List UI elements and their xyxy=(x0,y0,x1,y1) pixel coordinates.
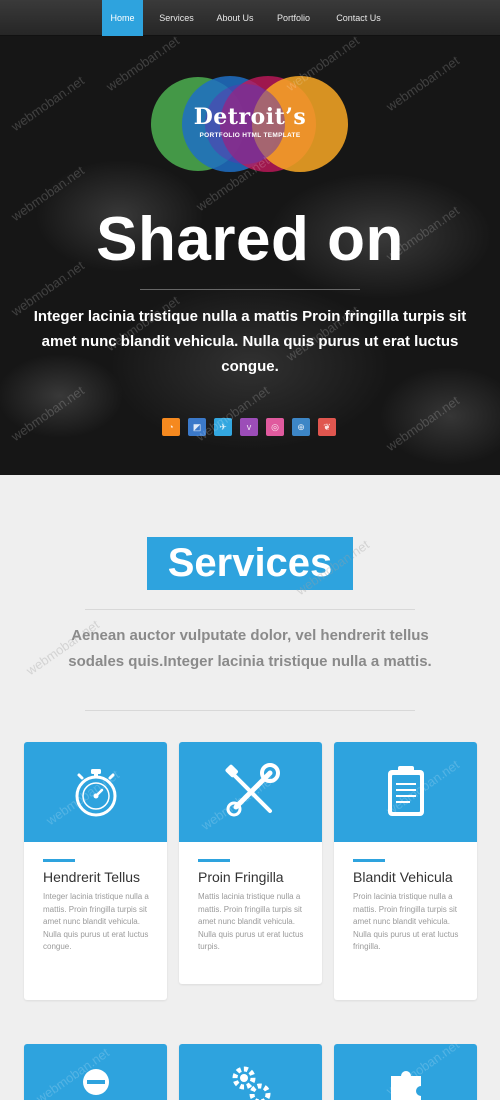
card-accent-bar xyxy=(43,859,75,862)
card-icon-area xyxy=(179,1044,322,1100)
user-icon xyxy=(82,1069,109,1095)
globe-icon[interactable]: ⊕ xyxy=(292,418,310,436)
vimeo-icon[interactable]: v xyxy=(240,418,258,436)
hero-title: Shared on xyxy=(96,205,404,274)
hero-text: Integer lacinia tristique nulla a mattis… xyxy=(33,308,467,375)
card-text: Integer lacinia tristique nulla a mattis… xyxy=(43,892,149,951)
social-links: ◔ ◩ ✈ v ◎ ⊕ ❦ xyxy=(162,418,336,436)
tools-icon xyxy=(224,763,280,817)
nav-contact[interactable]: Contact Us xyxy=(327,0,390,36)
watermark: webmoban.net xyxy=(383,392,462,455)
stopwatch-icon xyxy=(75,769,116,817)
service-card-2[interactable]: Proin Fringilla Mattis lacinia tristique… xyxy=(179,742,322,984)
top-navigation: Home Services About Us Portfolio Contact… xyxy=(0,0,500,36)
services-divider-top xyxy=(85,609,415,610)
services-divider-bottom xyxy=(85,710,415,711)
nav-home[interactable]: Home xyxy=(102,0,143,36)
service-card-4[interactable] xyxy=(24,1044,167,1100)
twitter-icon[interactable]: ✈ xyxy=(214,418,232,436)
services-heading: Services xyxy=(167,541,333,585)
nav-services[interactable]: Services xyxy=(149,0,204,36)
leaf-icon[interactable]: ❦ xyxy=(318,418,336,436)
card-icon-area xyxy=(334,1044,477,1100)
card-title: Hendrerit Tellus xyxy=(43,869,141,885)
service-card-5[interactable] xyxy=(179,1044,322,1100)
site-logo[interactable]: Detroit’s PORTFOLIO HTML TEMPLATE xyxy=(150,74,350,174)
clipboard-icon xyxy=(387,766,424,816)
watermark: webmoban.net xyxy=(8,72,87,135)
services-lead: Aenean auctor vulputate dolor, vel hendr… xyxy=(68,627,432,670)
watermark: webmoban.net xyxy=(383,52,462,115)
card-text: Mattis lacinia tristique nulla a mattis.… xyxy=(198,892,304,951)
card-text: Proin lacinia tristique nulla a mattis. … xyxy=(353,892,459,951)
service-card-6[interactable] xyxy=(334,1044,477,1100)
puzzle-icon xyxy=(390,1071,421,1100)
nav-about[interactable]: About Us xyxy=(204,0,266,36)
delicious-icon[interactable]: ◩ xyxy=(188,418,206,436)
rss-icon[interactable]: ◔ xyxy=(162,418,180,436)
watermark: webmoban.net xyxy=(8,382,87,445)
card-icon-area xyxy=(24,742,167,842)
card-title: Proin Fringilla xyxy=(198,869,284,885)
card-icon-area xyxy=(179,742,322,842)
card-accent-bar xyxy=(353,859,385,862)
card-title: Blandit Vehicula xyxy=(353,869,453,885)
card-icon-area xyxy=(24,1044,167,1100)
service-card-1[interactable]: Hendrerit Tellus Integer lacinia tristiq… xyxy=(24,742,167,1000)
dribbble-icon[interactable]: ◎ xyxy=(266,418,284,436)
nav-portfolio[interactable]: Portfolio xyxy=(266,0,321,36)
hero-section: Detroit’s PORTFOLIO HTML TEMPLATE Shared… xyxy=(0,36,500,475)
hero-divider xyxy=(140,289,360,290)
card-icon-area xyxy=(334,742,477,842)
service-card-3[interactable]: Blandit Vehicula Proin lacinia tristique… xyxy=(334,742,477,1000)
logo-tagline: PORTFOLIO HTML TEMPLATE xyxy=(199,132,301,139)
gears-icon xyxy=(232,1066,270,1100)
card-accent-bar xyxy=(198,859,230,862)
logo-name: Detroit’s xyxy=(193,104,307,130)
